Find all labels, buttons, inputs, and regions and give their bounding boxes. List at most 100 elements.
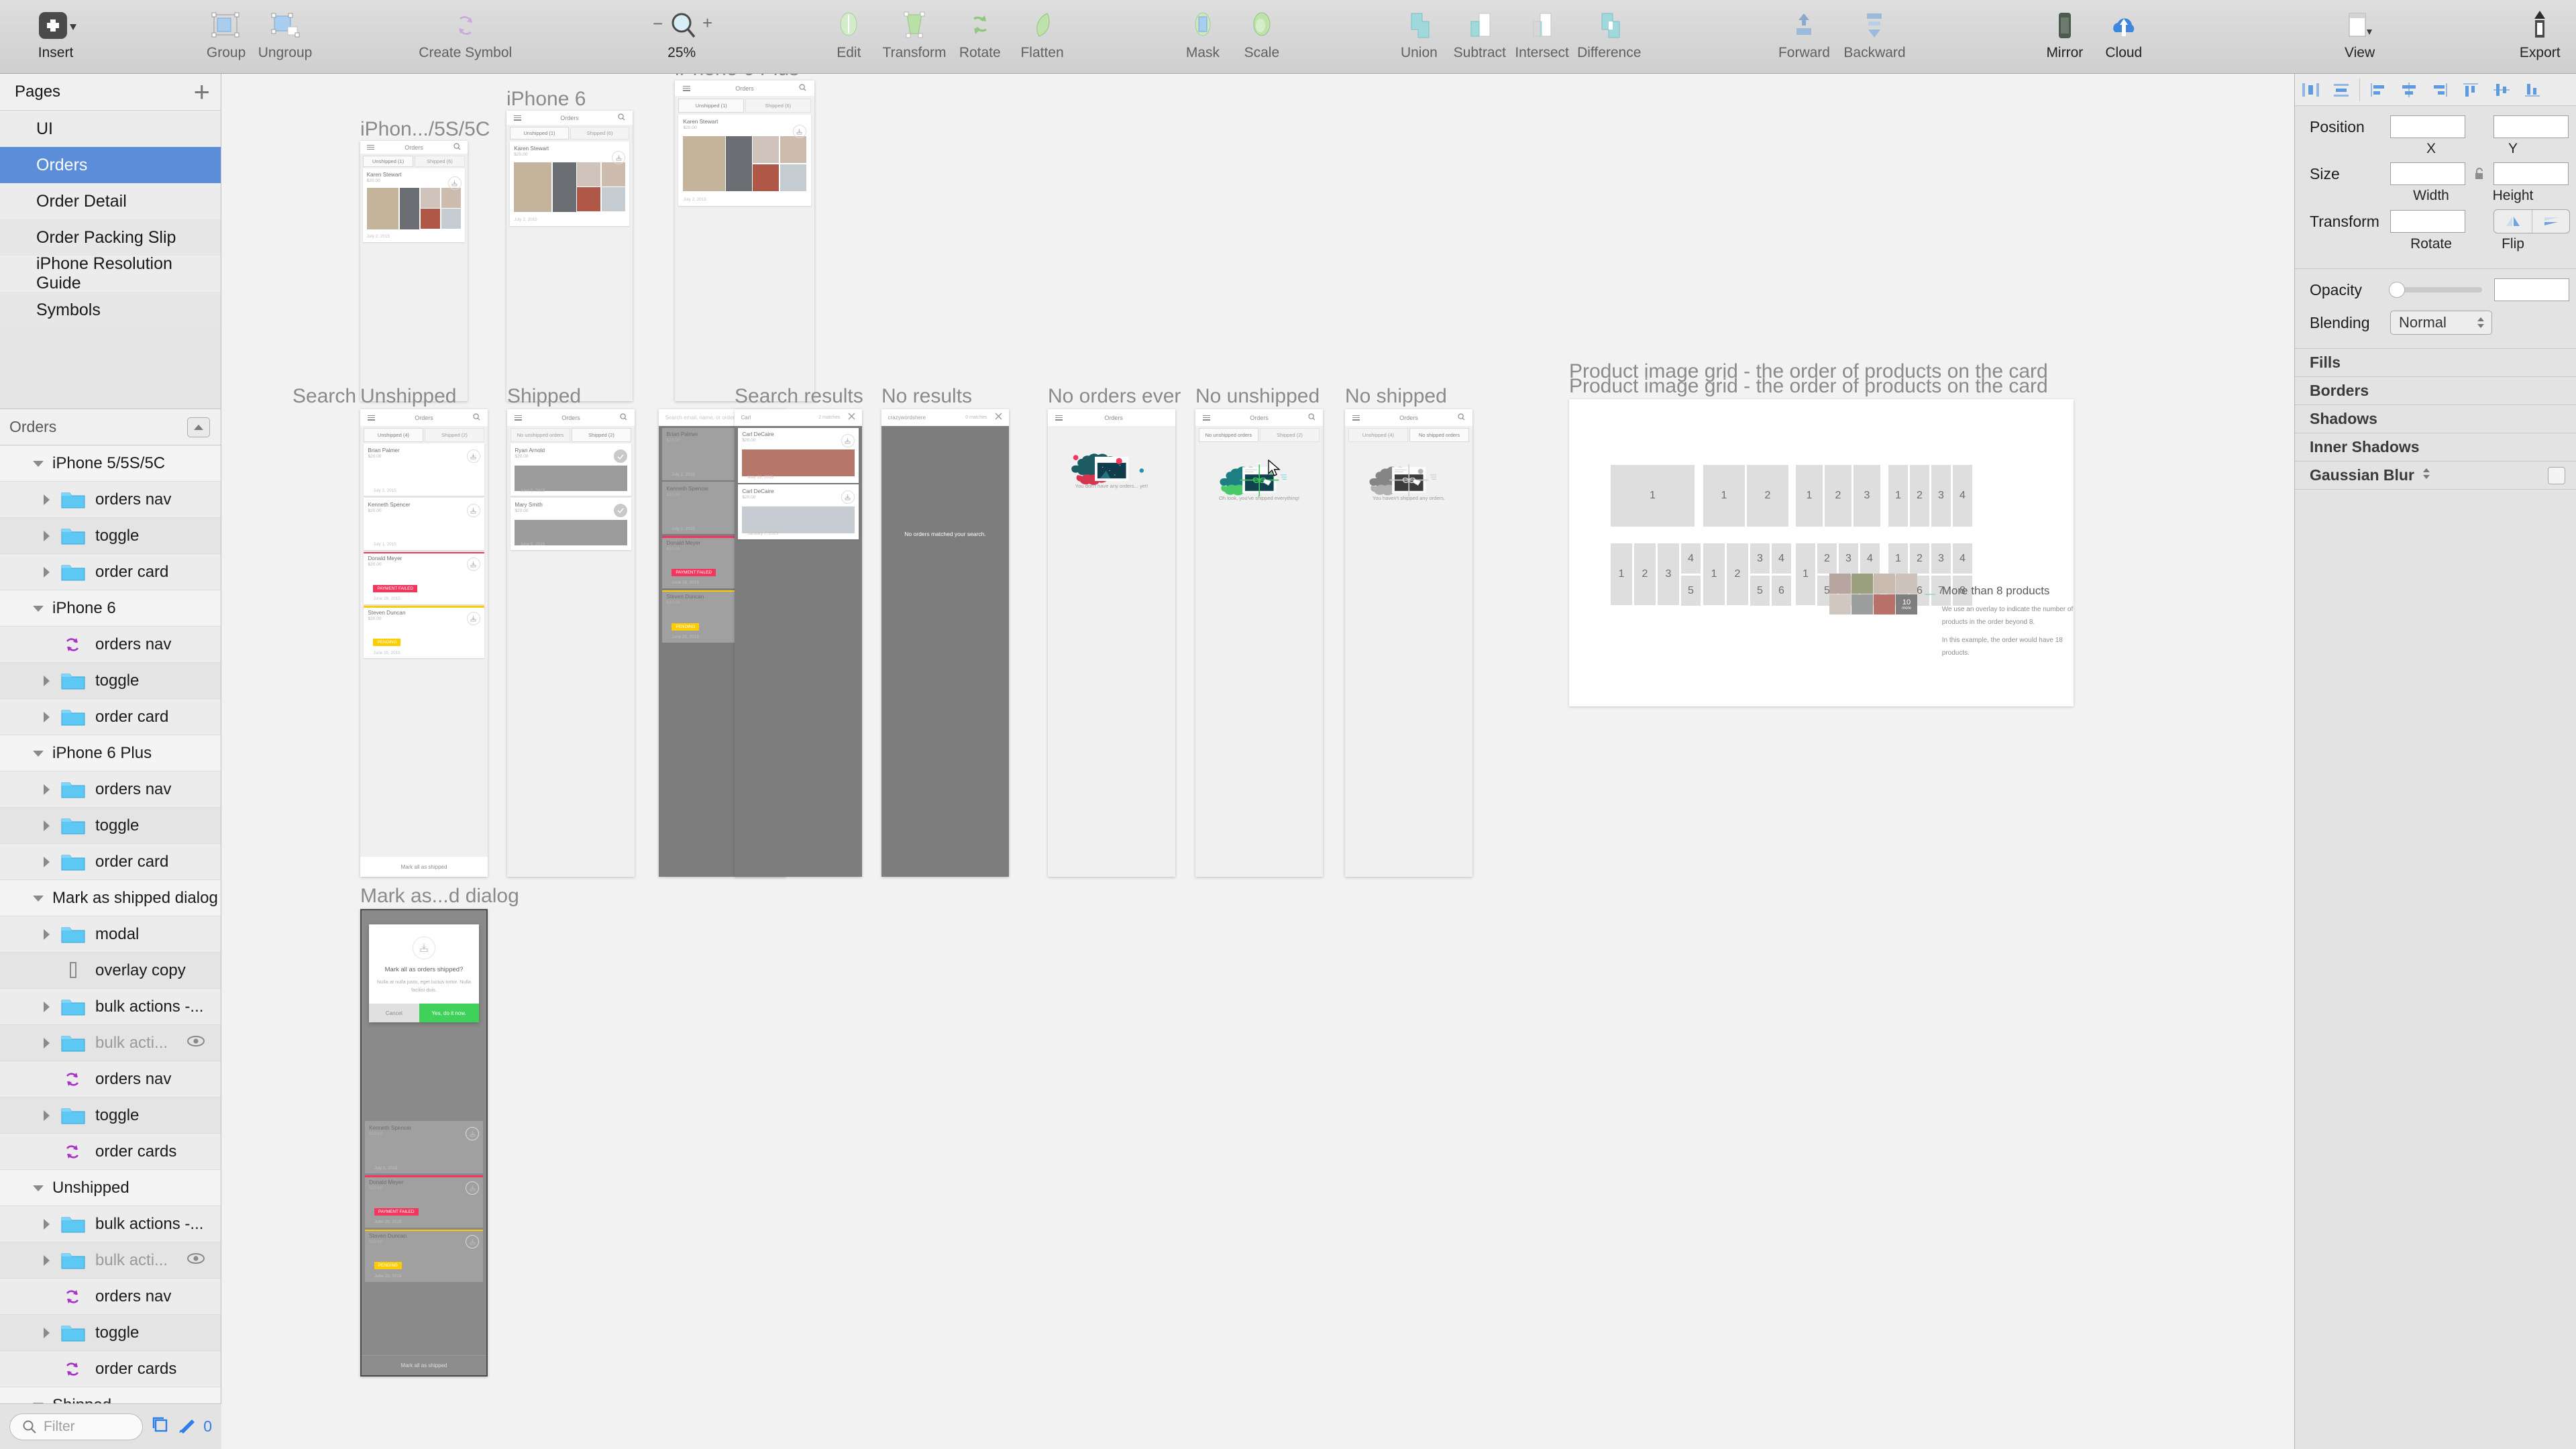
hamburger-icon[interactable]	[368, 413, 376, 421]
search-query[interactable]: Carl	[741, 415, 751, 421]
toolbar-export[interactable]: Export	[2504, 0, 2576, 61]
toolbar-transform[interactable]: Transform	[878, 0, 950, 61]
toolbar-mask[interactable]: Mask	[1173, 0, 1232, 61]
iphone6-frame[interactable]: Orders Unshipped (1) Shipped (6) Karen S…	[506, 111, 633, 401]
no-shipped-frame[interactable]: Orders Unshipped (4) No shipped orders Y…	[1345, 409, 1472, 877]
disclosure-triangle-icon[interactable]	[38, 564, 55, 581]
disclosure-triangle-icon[interactable]	[38, 998, 55, 1016]
opacity-slider-knob[interactable]	[2389, 282, 2405, 298]
disclosure-triangle-icon[interactable]	[38, 853, 55, 871]
toolbar-edit[interactable]: Edit	[819, 0, 878, 61]
search-icon[interactable]	[1307, 412, 1316, 424]
layer-row[interactable]: overlay copy	[0, 953, 221, 989]
align-distribute-vertical-icon[interactable]	[2326, 74, 2357, 105]
toolbar-difference[interactable]: Difference	[1573, 0, 1645, 61]
mark-shipped-button[interactable]	[466, 557, 480, 572]
search-icon[interactable]	[472, 412, 480, 424]
hamburger-icon[interactable]	[683, 85, 691, 93]
order-card[interactable]: Donald Meyer $20.00 PAYMENT FAILED June 28,…	[364, 1175, 484, 1228]
disclosure-triangle-icon[interactable]	[30, 600, 47, 617]
order-card[interactable]: Karen Stewart $20.00 July 2, 2015	[363, 168, 465, 242]
disclosure-triangle-icon[interactable]	[38, 781, 55, 798]
disclosure-triangle-icon[interactable]	[38, 672, 55, 690]
mark-shipped-button[interactable]	[792, 124, 806, 138]
search-query[interactable]: crazywordshere	[888, 415, 926, 421]
gaussian-blur-section[interactable]: Gaussian Blur	[2295, 462, 2576, 490]
layer-row[interactable]: Unshipped	[0, 1170, 221, 1206]
toolbar-intersect[interactable]: Intersect	[1511, 0, 1573, 61]
layer-row[interactable]: order card	[0, 699, 221, 735]
disclosure-triangle-icon[interactable]	[38, 491, 55, 508]
layer-row[interactable]: iPhone 5/5S/5C	[0, 445, 221, 482]
no-results-frame[interactable]: crazywordshere 0 matches No orders match…	[881, 409, 1009, 877]
search-icon[interactable]	[618, 112, 625, 124]
order-card[interactable]: Mary Smith $20.00 June 5, 2015	[510, 498, 632, 551]
unshipped-frame[interactable]: Orders Unshipped (4) Shipped (2) Brian P…	[360, 409, 488, 877]
mark-shipped-button[interactable]	[841, 490, 855, 504]
hamburger-icon[interactable]	[515, 413, 523, 421]
order-card[interactable]: Brian Palmer $20.00 July 2, 2015	[363, 443, 485, 496]
layer-row[interactable]: toggle	[0, 518, 221, 554]
tab-shipped[interactable]: Shipped (6)	[745, 98, 811, 113]
toolbar-group[interactable]: Group	[197, 0, 256, 61]
toolbar-zoom[interactable]: − + 25%	[616, 0, 747, 61]
order-card[interactable]: Karen Stewart $20.00 July 2, 2015	[678, 114, 811, 207]
mark-all-shipped-footer[interactable]: Mark all as shipped	[360, 856, 488, 877]
tab-unshipped[interactable]: Unshipped (4)	[1348, 428, 1408, 442]
mark-shipped-button[interactable]	[841, 433, 855, 447]
page-item-ui[interactable]: UI	[0, 111, 221, 147]
layer-row[interactable]: orders nav	[0, 1279, 221, 1315]
iphone5-frame[interactable]: Orders Unshipped (1) Shipped (6) Karen S…	[360, 141, 468, 401]
tab-unshipped[interactable]: No unshipped orders	[510, 428, 570, 442]
opacity-input[interactable]	[2494, 278, 2569, 301]
layer-row[interactable]: toggle	[0, 808, 221, 844]
dialog-frame[interactable]: Mark all as orders shipped? Nulla at nul…	[360, 909, 488, 1377]
layer-row[interactable]: order cards	[0, 1351, 221, 1387]
tab-shipped[interactable]: Shipped (2)	[1260, 428, 1320, 442]
blur-type-stepper-icon[interactable]	[2421, 466, 2432, 485]
layer-row[interactable]: orders nav	[0, 1061, 221, 1097]
order-card[interactable]: Carl DeCaire $20.00 May 15, 2015	[737, 427, 859, 483]
layer-row[interactable]: orders nav	[0, 771, 221, 808]
disclosure-triangle-icon[interactable]	[30, 745, 47, 762]
rotate-input[interactable]	[2390, 210, 2465, 233]
toolbar-forward[interactable]: Forward	[1770, 0, 1839, 61]
add-page-icon[interactable]: +	[193, 78, 210, 106]
disclosure-triangle-icon[interactable]	[38, 1252, 55, 1269]
toolbar-insert[interactable]: Insert	[19, 0, 91, 61]
layer-row[interactable]: order cards	[0, 1134, 221, 1170]
toolbar-rotate[interactable]: Rotate	[951, 0, 1010, 61]
layer-row[interactable]: orders nav	[0, 627, 221, 663]
duplicate-layer-icon[interactable]	[151, 1415, 170, 1438]
tab-shipped[interactable]: No shipped orders	[1409, 428, 1470, 442]
order-card[interactable]: Carl DeCaire $20.00 January 7, 2015	[737, 484, 859, 540]
disclosure-triangle-icon[interactable]	[30, 455, 47, 472]
mark-shipped-button[interactable]	[466, 611, 480, 625]
width-input[interactable]	[2390, 162, 2465, 185]
section-fills[interactable]: Fills	[2295, 349, 2576, 377]
layer-row[interactable]: order card	[0, 844, 221, 880]
tab-shipped[interactable]: Shipped (2)	[425, 428, 485, 442]
product-grid-frame[interactable]: 112123123412345123546125364715263748 10 …	[1569, 360, 2074, 706]
design-canvas[interactable]: iPhon.../5S/5C Orders Unshipped (1) Ship…	[222, 74, 2294, 1449]
order-card[interactable]: Ryan Arnold $20.00 June 5, 2015	[510, 443, 632, 496]
mark-shipped-button[interactable]	[466, 1127, 480, 1141]
disclosure-triangle-icon[interactable]	[38, 527, 55, 545]
search-icon[interactable]	[453, 142, 461, 154]
aspect-lock-icon[interactable]	[2472, 167, 2487, 180]
layer-row[interactable]: bulk acti...	[0, 1242, 221, 1279]
mark-shipped-button[interactable]	[466, 1235, 480, 1249]
no-unshipped-frame[interactable]: Orders No unshipped orders Shipped (2) O…	[1195, 409, 1323, 877]
disclosure-triangle-icon[interactable]	[30, 1179, 47, 1197]
position-y-input[interactable]	[2493, 115, 2569, 138]
mark-shipped-button[interactable]	[447, 176, 462, 191]
search-results-frame[interactable]: Carl 2 matches Carl DeCaire $20.00 May 15,…	[735, 409, 862, 877]
align-center-horizontal-icon[interactable]	[2394, 74, 2424, 105]
close-icon[interactable]	[994, 412, 1003, 424]
align-middle-vertical-icon[interactable]	[2486, 74, 2517, 105]
layer-row[interactable]: iPhone 6 Plus	[0, 735, 221, 771]
visibility-eye-icon[interactable]	[186, 1034, 206, 1053]
page-item-iphone-resolution-guide[interactable]: iPhone Resolution Guide	[0, 254, 221, 292]
disclosure-triangle-icon[interactable]	[38, 1324, 55, 1342]
tab-shipped[interactable]: Shipped (2)	[572, 428, 632, 442]
